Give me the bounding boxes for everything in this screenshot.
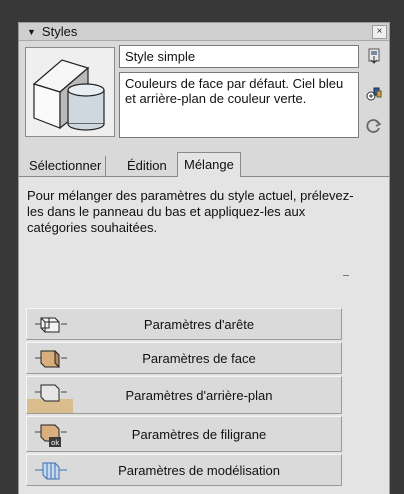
update-style-icon[interactable] [365,47,383,65]
background-settings-icon [27,384,73,413]
svg-text:ok: ok [51,439,60,447]
watermark-settings-label: Paramètres de filigrane [131,426,267,442]
style-tabs: Sélectionner Édition Mélange [19,149,389,178]
tab-mix[interactable]: Mélange [177,152,241,178]
style-thumbnail[interactable] [25,47,115,137]
divider-dash [343,275,349,276]
background-settings-button[interactable]: Paramètres d'arrière-plan [26,376,342,414]
style-name-input[interactable]: Style simple [119,45,359,68]
create-style-icon[interactable] [365,85,383,103]
watermark-settings-button[interactable]: ok Paramètres de filigrane [26,416,342,452]
face-settings-icon [35,349,67,369]
modeling-settings-button[interactable]: Paramètres de modélisation [26,454,342,486]
modeling-settings-label: Paramètres de modélisation [118,462,280,478]
refresh-icon[interactable] [365,117,383,135]
style-preview-image [26,48,114,136]
background-settings-label: Paramètres d'arrière-plan [125,387,273,403]
styles-panel: ▼ Styles × Style simple Couleurs de face… [18,22,390,494]
tab-edit[interactable]: Édition [123,156,171,176]
tab-select[interactable]: Sélectionner [25,156,107,176]
edge-settings-icon [35,317,67,333]
panel-titlebar[interactable]: ▼ Styles × [19,23,389,41]
modeling-settings-icon [35,462,67,480]
face-settings-label: Paramètres de face [142,350,256,366]
face-settings-button[interactable]: Paramètres de face [26,342,342,374]
mix-pane: Pour mélanger des paramètres du style ac… [19,177,389,494]
close-button[interactable]: × [372,25,387,39]
collapse-triangle-icon[interactable]: ▼ [27,27,36,37]
edge-settings-label: Paramètres d'arête [143,316,255,332]
edge-settings-button[interactable]: Paramètres d'arête [26,308,342,340]
watermark-settings-icon: ok [35,424,67,447]
panel-title: Styles [41,24,78,39]
mix-instructions: Pour mélanger des paramètres du style ac… [27,188,354,235]
style-description-field[interactable]: Couleurs de face par défaut. Ciel bleu e… [119,72,359,138]
